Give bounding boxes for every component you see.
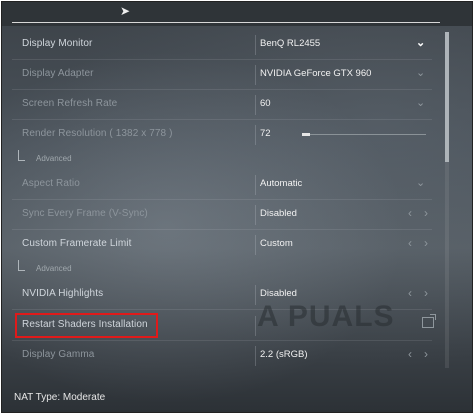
setting-label: Render Resolution ( 1382 x 778 ) xyxy=(22,128,173,139)
setting-value: BenQ RL2455 xyxy=(260,38,321,49)
advanced-label: Advanced xyxy=(36,154,72,163)
setting-label: Display Monitor xyxy=(22,38,93,49)
scrollbar-thumb[interactable] xyxy=(445,32,449,162)
settings-screen: ➤ Display Monitor BenQ RL2455 ⌄ Display … xyxy=(1,1,473,413)
advanced-label: Advanced xyxy=(36,264,72,273)
setting-vsync[interactable]: Sync Every Frame (V-Sync) Disabled ‹ › xyxy=(12,200,432,230)
scrollbar[interactable] xyxy=(445,32,449,368)
setting-label: Sync Every Frame (V-Sync) xyxy=(22,208,148,219)
top-divider xyxy=(12,22,440,23)
chevron-left-icon[interactable]: ‹ xyxy=(408,347,412,361)
advanced-group: Advanced xyxy=(18,150,218,164)
render-resolution-slider[interactable] xyxy=(302,133,426,136)
setting-value: Disabled xyxy=(260,288,297,299)
setting-custom-framerate-limit[interactable]: Custom Framerate Limit Custom ‹ › xyxy=(12,230,432,260)
setting-display-adapter[interactable]: Display Adapter NVIDIA GeForce GTX 960 ⌄ xyxy=(12,60,432,90)
watermark: A PUALS xyxy=(257,300,395,333)
setting-label: Screen Refresh Rate xyxy=(22,98,118,109)
setting-value: NVIDIA GeForce GTX 960 xyxy=(260,68,372,79)
chevron-right-icon[interactable]: › xyxy=(424,236,428,250)
setting-value: Custom xyxy=(260,238,293,249)
setting-label: NVIDIA Highlights xyxy=(22,288,104,299)
setting-display-gamma[interactable]: Display Gamma 2.2 (sRGB) ‹ › xyxy=(12,341,432,371)
setting-label: Aspect Ratio xyxy=(22,178,80,189)
setting-label: Display Adapter xyxy=(22,68,94,79)
chevron-left-icon[interactable]: ‹ xyxy=(408,286,412,300)
chevron-down-icon[interactable]: ⌄ xyxy=(416,176,425,189)
advanced-group: Advanced xyxy=(18,260,218,274)
setting-display-monitor[interactable]: Display Monitor BenQ RL2455 ⌄ xyxy=(12,30,432,60)
cursor-icon: ➤ xyxy=(120,4,131,18)
footer: NAT Type: Moderate xyxy=(2,374,472,412)
setting-value: 2.2 (sRGB) xyxy=(260,349,308,360)
setting-value: Disabled xyxy=(260,208,297,219)
chevron-left-icon[interactable]: ‹ xyxy=(408,206,412,220)
chevron-down-icon[interactable]: ⌄ xyxy=(416,96,425,109)
slider-handle[interactable] xyxy=(302,133,310,136)
setting-value: 60 xyxy=(260,98,271,109)
highlight-box xyxy=(15,313,158,338)
chevron-right-icon[interactable]: › xyxy=(424,206,428,220)
setting-label: Custom Framerate Limit xyxy=(22,238,132,249)
setting-value: 72 xyxy=(260,128,271,139)
setting-render-resolution[interactable]: Render Resolution ( 1382 x 778 ) 72 xyxy=(12,120,432,150)
chevron-right-icon[interactable]: › xyxy=(424,347,428,361)
chevron-down-icon[interactable]: ⌄ xyxy=(416,66,425,79)
setting-aspect-ratio[interactable]: Aspect Ratio Automatic ⌄ xyxy=(12,170,432,200)
setting-screen-refresh-rate[interactable]: Screen Refresh Rate 60 ⌄ xyxy=(12,90,432,120)
setting-value: Automatic xyxy=(260,178,303,189)
setting-label: Display Gamma xyxy=(22,349,95,360)
chevron-down-icon[interactable]: ⌄ xyxy=(416,36,425,49)
chevron-left-icon[interactable]: ‹ xyxy=(408,236,412,250)
nat-type: NAT Type: Moderate xyxy=(14,392,106,403)
external-link-icon[interactable] xyxy=(422,314,436,328)
chevron-right-icon[interactable]: › xyxy=(424,286,428,300)
